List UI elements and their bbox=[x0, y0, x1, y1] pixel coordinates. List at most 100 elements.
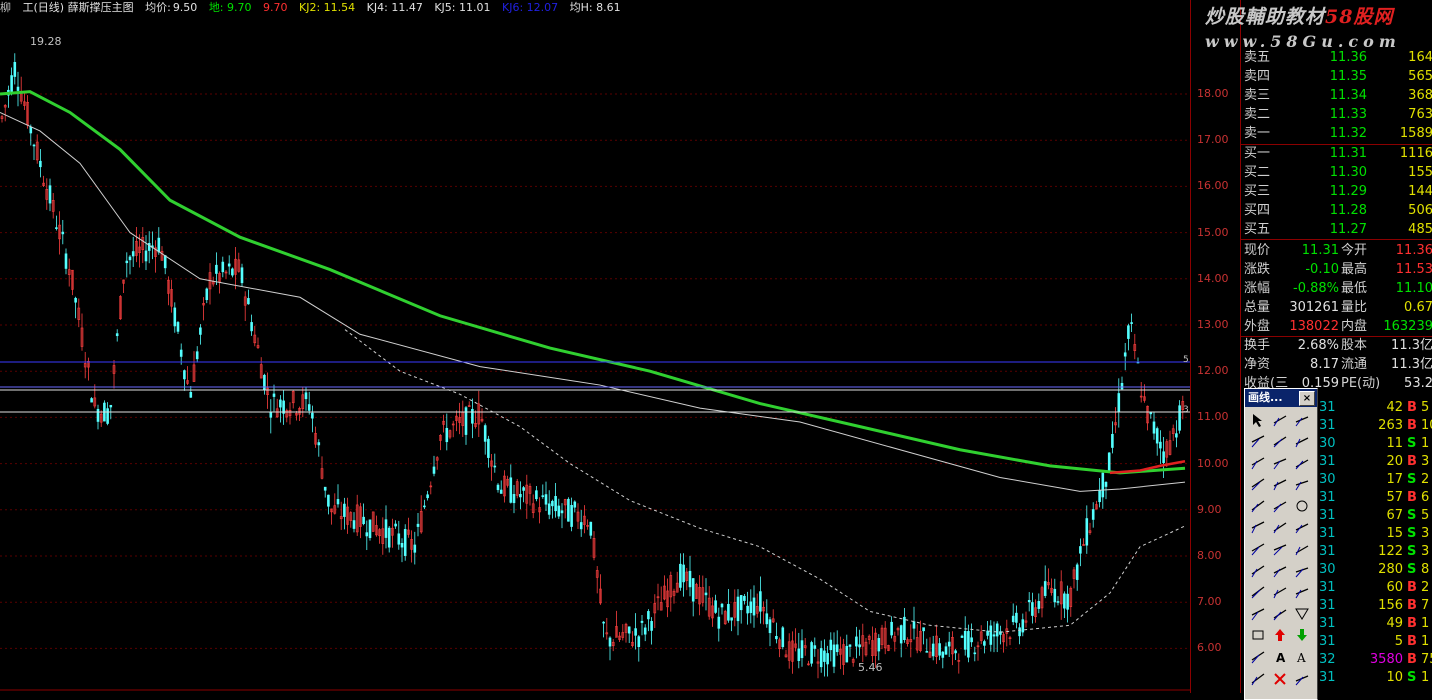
time-tool[interactable] bbox=[1292, 583, 1312, 602]
toolbox-title: 画线... bbox=[1248, 391, 1283, 404]
candle-body bbox=[368, 519, 372, 539]
candle-body bbox=[589, 521, 593, 536]
candle-body bbox=[637, 636, 641, 647]
down-arrow-tool[interactable] bbox=[1292, 626, 1312, 645]
candle-body bbox=[1031, 602, 1034, 616]
ratio-tool[interactable] bbox=[1292, 518, 1312, 537]
drawing-toolbox[interactable]: 画线... × AA bbox=[1244, 388, 1318, 700]
text-a-tool[interactable]: A bbox=[1292, 648, 1312, 667]
candle-body bbox=[826, 653, 829, 665]
fan-tool[interactable] bbox=[1270, 518, 1290, 537]
numbered-line-tool[interactable] bbox=[1248, 475, 1268, 494]
candle-body bbox=[963, 630, 967, 650]
two-point-tool[interactable] bbox=[1270, 453, 1290, 472]
candle-body bbox=[215, 264, 218, 274]
price-axis-label: 11.00 bbox=[1197, 410, 1229, 424]
candle-body bbox=[823, 650, 826, 662]
toolbox-titlebar[interactable]: 画线... × bbox=[1245, 389, 1317, 407]
kline-chart[interactable] bbox=[0, 16, 1190, 693]
trade-volume: 42 bbox=[1386, 400, 1403, 415]
bid-label: 买一 bbox=[1244, 146, 1271, 161]
candle-body bbox=[1037, 601, 1041, 609]
select-tool[interactable] bbox=[1248, 669, 1268, 688]
channel-tool[interactable] bbox=[1292, 475, 1312, 494]
candle-body bbox=[835, 644, 839, 653]
text-tool[interactable]: A bbox=[1270, 648, 1290, 667]
speed-tool[interactable] bbox=[1270, 540, 1290, 559]
parallel-tool[interactable] bbox=[1270, 475, 1290, 494]
candle-body bbox=[746, 605, 749, 614]
bid-volume: 1116 bbox=[1399, 146, 1432, 161]
arrow-line-tool[interactable] bbox=[1248, 432, 1268, 451]
candle-body bbox=[1162, 451, 1165, 463]
candle-body bbox=[1043, 581, 1047, 596]
price-axis-label: 15.00 bbox=[1197, 225, 1229, 239]
vertical-line-tool[interactable] bbox=[1292, 453, 1312, 472]
candle-body bbox=[832, 644, 836, 667]
candle-body bbox=[144, 250, 148, 262]
ask-price: 11.35 bbox=[1329, 69, 1367, 84]
cycle-tool[interactable] bbox=[1248, 583, 1268, 602]
box-tool[interactable] bbox=[1248, 561, 1268, 580]
arc-tool[interactable] bbox=[1270, 496, 1290, 515]
delete-tool[interactable] bbox=[1270, 669, 1290, 688]
spiral-tool[interactable] bbox=[1270, 604, 1290, 623]
candle-body bbox=[221, 261, 225, 273]
stats-separator bbox=[1241, 336, 1432, 337]
candle-body bbox=[752, 597, 756, 616]
horizontal-line-tool[interactable] bbox=[1248, 453, 1268, 472]
candle-body bbox=[397, 533, 401, 545]
gann-tool[interactable] bbox=[1248, 518, 1268, 537]
candle-body bbox=[797, 648, 801, 661]
price-gridlines bbox=[0, 93, 1190, 649]
level-tool[interactable] bbox=[1248, 540, 1268, 559]
price-axis-label: 9.00 bbox=[1197, 502, 1222, 516]
candle-body bbox=[400, 543, 404, 548]
bid-label: 买五 bbox=[1244, 222, 1271, 237]
quote-stat-row: 涨跌 -0.10 最高 11.53 bbox=[1241, 260, 1432, 279]
candle-body bbox=[567, 498, 570, 522]
candle-body bbox=[954, 650, 957, 654]
pen-tool[interactable] bbox=[1248, 604, 1268, 623]
price-axis-label: 10.00 bbox=[1197, 456, 1229, 470]
segment-tool[interactable] bbox=[1270, 410, 1290, 429]
trade-count: 3 bbox=[1421, 544, 1430, 559]
candle-body bbox=[720, 603, 724, 608]
stat-key: 今开 bbox=[1341, 243, 1368, 258]
long-ma-line bbox=[0, 90, 1186, 475]
candle-body bbox=[362, 516, 365, 525]
horizontal-ray-tool[interactable] bbox=[1292, 432, 1312, 451]
price-axis-label: 12.00 bbox=[1197, 364, 1229, 378]
pen-red-tool[interactable] bbox=[1248, 648, 1268, 667]
ray-tool[interactable] bbox=[1292, 410, 1312, 429]
candle-body bbox=[544, 494, 548, 505]
candle-body bbox=[487, 438, 490, 458]
toolbox-close-button[interactable]: × bbox=[1299, 391, 1315, 406]
candle-body bbox=[627, 626, 631, 634]
stat-value: -0.10 bbox=[1305, 262, 1339, 277]
up-arrow-tool[interactable] bbox=[1270, 626, 1290, 645]
stat-value: 11.53 bbox=[1395, 262, 1432, 277]
triangle-tool[interactable] bbox=[1292, 604, 1312, 623]
candle-body bbox=[1159, 441, 1162, 449]
candle-body bbox=[682, 564, 685, 583]
trade-count: 10 bbox=[1421, 418, 1432, 433]
resist-tool[interactable] bbox=[1292, 540, 1312, 559]
rect-tool[interactable] bbox=[1248, 626, 1268, 645]
extend-line-tool[interactable] bbox=[1270, 432, 1290, 451]
candle-body bbox=[307, 404, 311, 411]
price-axis-label: 18.00 bbox=[1197, 87, 1229, 100]
cursor-tool[interactable] bbox=[1248, 410, 1268, 429]
right-mark-1: 5 bbox=[1183, 355, 1189, 365]
period-tool[interactable] bbox=[1292, 561, 1312, 580]
fib-tool[interactable] bbox=[1248, 496, 1268, 515]
trade-side: S bbox=[1407, 544, 1417, 559]
wave-tool[interactable] bbox=[1270, 561, 1290, 580]
circle-tool[interactable] bbox=[1292, 496, 1312, 515]
candle-body bbox=[432, 466, 436, 474]
candle-body bbox=[48, 185, 52, 204]
square-tool[interactable] bbox=[1270, 583, 1290, 602]
brush-tool[interactable] bbox=[1292, 669, 1312, 688]
avg-label: 均价: bbox=[145, 1, 171, 14]
stock-prefix: 柳 bbox=[0, 1, 11, 14]
